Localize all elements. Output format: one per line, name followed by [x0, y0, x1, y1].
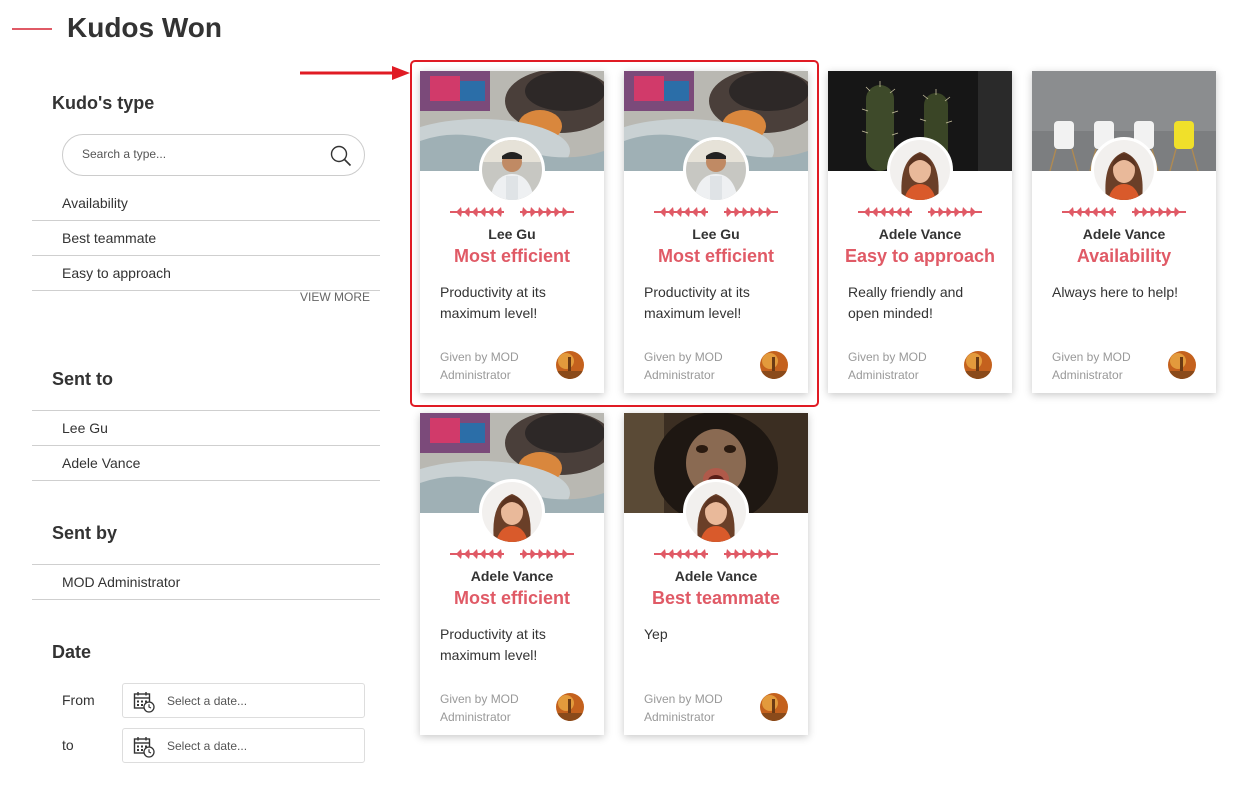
- type-search-input[interactable]: [82, 147, 322, 161]
- laurel-icon: [450, 549, 574, 559]
- calendar-icon[interactable]: [133, 691, 155, 713]
- kudo-card[interactable]: Adele Vance Most efficient Productivity …: [420, 413, 604, 735]
- laurel-icon: [654, 549, 778, 559]
- giver-avatar: [1168, 351, 1196, 379]
- date-from-row: From: [32, 683, 380, 719]
- avatar: [479, 137, 545, 203]
- giver-avatar: [760, 693, 788, 721]
- type-item-easy-to-approach[interactable]: Easy to approach: [32, 256, 380, 291]
- date-from-label: From: [62, 692, 95, 708]
- type-search-box[interactable]: [62, 134, 365, 176]
- sent-by-list: MOD Administrator: [32, 564, 380, 600]
- sent-by-item-mod-administrator[interactable]: MOD Administrator: [32, 565, 380, 600]
- page-title: Kudos Won: [67, 12, 223, 43]
- sent-to-item-lee-gu[interactable]: Lee Gu: [32, 411, 380, 446]
- search-icon[interactable]: [330, 145, 352, 167]
- card-message: Yep: [644, 626, 668, 642]
- card-recipient-name: Adele Vance: [878, 226, 962, 242]
- card-recipient-name: Lee Gu: [488, 226, 536, 242]
- view-more-link[interactable]: VIEW MORE: [32, 290, 380, 304]
- card-recipient-name: Adele Vance: [470, 568, 554, 584]
- card-given-by: Given by MOD Administrator: [644, 350, 723, 382]
- card-kudo-type: Most efficient: [657, 246, 774, 266]
- laurel-icon: [450, 207, 574, 217]
- kudo-card[interactable]: Adele Vance Availability Always here to …: [1032, 71, 1216, 393]
- sent-to-list: Lee Gu Adele Vance: [32, 410, 380, 481]
- giver-avatar: [760, 351, 788, 379]
- date-to-field[interactable]: [122, 728, 365, 763]
- sent-to-item-adele-vance[interactable]: Adele Vance: [32, 446, 380, 481]
- card-message: Really friendly and open minded!: [848, 284, 964, 321]
- avatar: [479, 479, 545, 545]
- date-from-field[interactable]: [122, 683, 365, 718]
- date-filter-title: Date: [52, 642, 92, 662]
- card-kudo-type: Most efficient: [453, 588, 570, 608]
- date-from-input[interactable]: [167, 694, 347, 708]
- card-given-by: Given by MOD Administrator: [848, 350, 927, 382]
- title-accent-line: [12, 28, 52, 30]
- card-message: Productivity at its maximum level!: [440, 626, 546, 663]
- giver-avatar: [556, 693, 584, 721]
- card-given-by: Given by MOD Administrator: [440, 692, 519, 724]
- card-given-by: Given by MOD Administrator: [644, 692, 723, 724]
- card-given-by: Given by MOD Administrator: [440, 350, 519, 382]
- avatar: [683, 479, 749, 545]
- kudo-card[interactable]: Lee Gu Most efficient Productivity at it…: [624, 71, 808, 393]
- giver-avatar: [964, 351, 992, 379]
- type-filter-title: Kudo's type: [52, 93, 155, 113]
- laurel-icon: [654, 207, 778, 217]
- card-message: Always here to help!: [1052, 284, 1179, 300]
- date-to-row: to: [32, 728, 380, 764]
- card-kudo-type: Best teammate: [651, 588, 781, 608]
- avatar: [683, 137, 749, 203]
- card-message: Productivity at its maximum level!: [644, 284, 750, 321]
- type-filter: Kudo's type: [32, 93, 380, 114]
- card-kudo-type: Availability: [1076, 246, 1172, 266]
- card-recipient-name: Adele Vance: [1082, 226, 1166, 242]
- kudo-card[interactable]: Adele Vance Easy to approach Really frie…: [828, 71, 1012, 393]
- laurel-icon: [1062, 207, 1186, 217]
- avatar: [887, 137, 953, 203]
- type-item-availability[interactable]: Availability: [32, 186, 380, 221]
- kudo-card[interactable]: Adele Vance Best teammate Yep Given by M…: [624, 413, 808, 735]
- sent-by-title: Sent by: [52, 523, 118, 543]
- laurel-icon: [858, 207, 982, 217]
- date-to-label: to: [62, 737, 74, 753]
- annotation-arrow-icon: [300, 66, 410, 80]
- card-kudo-type: Easy to approach: [844, 246, 996, 266]
- card-recipient-name: Adele Vance: [674, 568, 758, 584]
- avatar: [1091, 137, 1157, 203]
- card-recipient-name: Lee Gu: [692, 226, 740, 242]
- sent-to-title: Sent to: [52, 369, 113, 389]
- card-message: Productivity at its maximum level!: [440, 284, 546, 321]
- card-given-by: Given by MOD Administrator: [1052, 350, 1131, 382]
- card-kudo-type: Most efficient: [453, 246, 570, 266]
- giver-avatar: [556, 351, 584, 379]
- date-to-input[interactable]: [167, 739, 347, 753]
- type-item-best-teammate[interactable]: Best teammate: [32, 221, 380, 256]
- page-header: Kudos Won: [0, 0, 1252, 60]
- calendar-icon[interactable]: [133, 736, 155, 758]
- type-list: Availability Best teammate Easy to appro…: [32, 186, 380, 291]
- kudo-card[interactable]: Lee Gu Most efficient Productivity at it…: [420, 71, 604, 393]
